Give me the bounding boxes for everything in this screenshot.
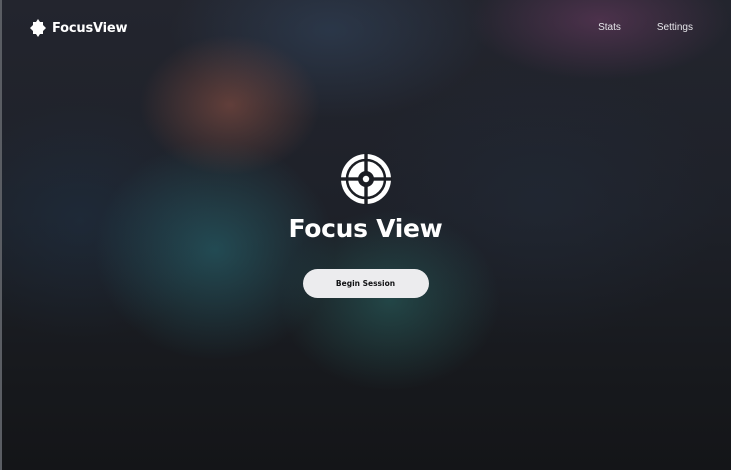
nav-link-settings[interactable]: Settings [657, 22, 693, 33]
begin-session-button[interactable]: Begin Session [302, 269, 429, 298]
main-nav: Stats Settings [598, 22, 693, 33]
app-page: FocusView Stats Settings Focus View Begi… [0, 0, 731, 470]
page-title: Focus View [288, 214, 443, 243]
brand-name: FocusView [52, 20, 128, 36]
brand-logo-link[interactable]: FocusView [30, 19, 128, 37]
target-crosshair-icon [30, 19, 46, 37]
nav-link-stats[interactable]: Stats [598, 22, 621, 33]
target-crosshair-icon [339, 153, 392, 205]
hero-section: Focus View Begin Session [0, 153, 731, 298]
top-nav-bar: FocusView Stats Settings [0, 0, 731, 58]
